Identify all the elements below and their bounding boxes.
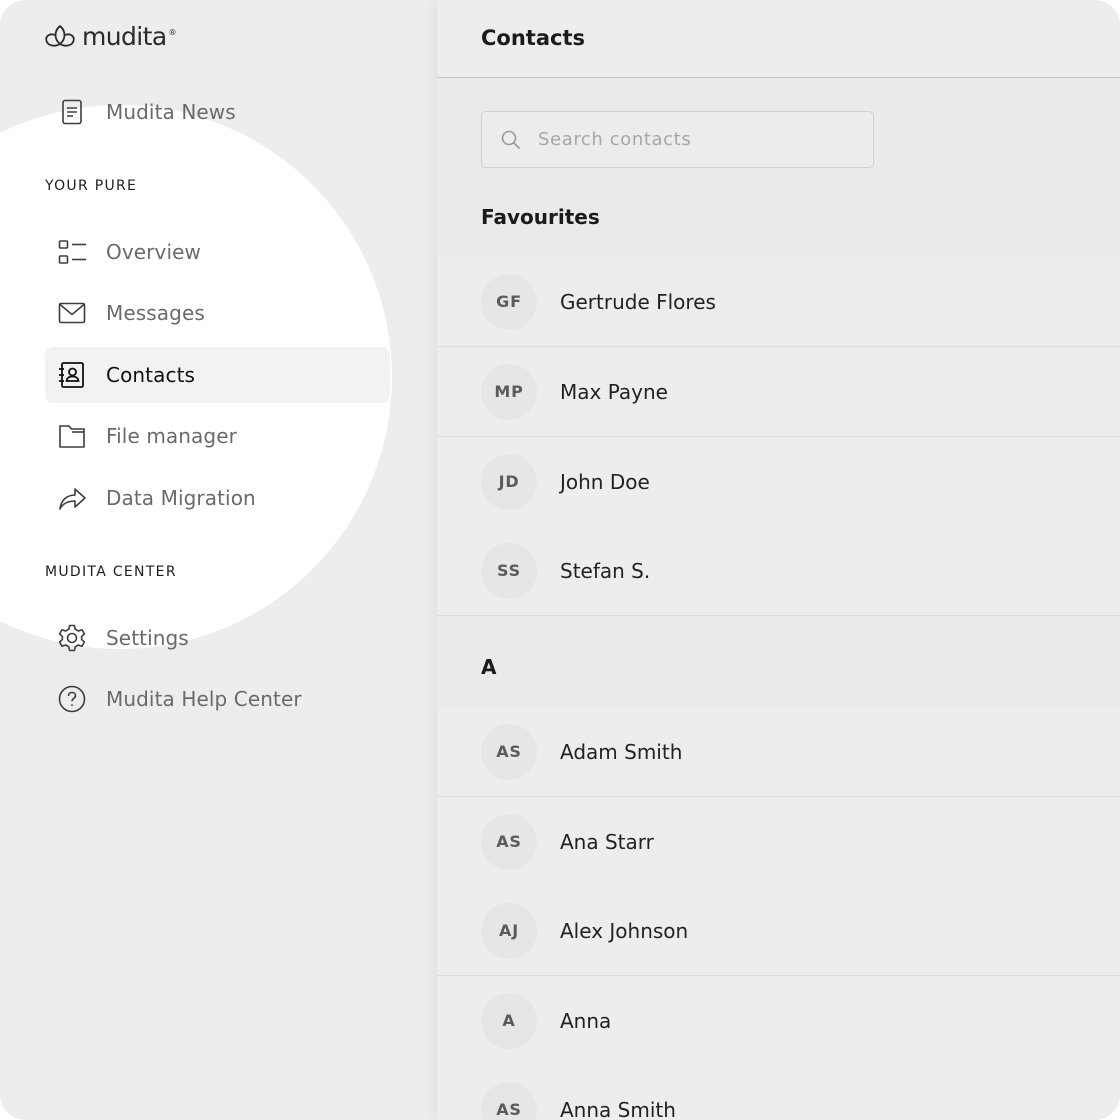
avatar: AJ xyxy=(481,902,537,959)
contact-row[interactable]: JD John Doe xyxy=(437,437,1120,527)
sidebar-item-mudita-news[interactable]: Mudita News xyxy=(45,84,390,140)
avatar: GF xyxy=(481,273,537,330)
overview-icon xyxy=(57,237,87,267)
sidebar-item-label: Data Migration xyxy=(106,486,256,510)
contact-row[interactable]: MP Max Payne xyxy=(437,347,1120,437)
avatar: AS xyxy=(481,1081,537,1120)
sidebar: mudita ® Mudita News YOUR PURE Overview … xyxy=(0,0,437,1120)
contact-name: Max Payne xyxy=(560,379,668,404)
contact-row[interactable]: AS Anna Smith xyxy=(437,1065,1120,1120)
search-input[interactable] xyxy=(538,129,858,150)
contact-name: Gertrude Flores xyxy=(560,289,716,314)
mudita-logo-icon xyxy=(45,25,75,47)
sidebar-item-label: File manager xyxy=(106,424,237,448)
avatar: SS xyxy=(481,542,537,599)
registered-mark: ® xyxy=(168,28,177,37)
avatar: AS xyxy=(481,813,537,870)
sidebar-item-label: Settings xyxy=(106,626,189,650)
sidebar-item-help-center[interactable]: Mudita Help Center xyxy=(45,671,390,727)
contact-name: Alex Johnson xyxy=(560,918,689,943)
contact-row[interactable]: AS Ana Starr xyxy=(437,797,1120,887)
contact-name: John Doe xyxy=(560,469,650,494)
search-icon xyxy=(500,129,522,151)
app-logo[interactable]: mudita ® xyxy=(44,22,177,52)
sidebar-item-file-manager[interactable]: File manager xyxy=(45,408,390,464)
contact-row[interactable]: AJ Alex Johnson xyxy=(437,886,1120,976)
help-icon xyxy=(57,684,87,714)
avatar: AS xyxy=(481,723,537,780)
app-window: mudita ® Mudita News YOUR PURE Overview … xyxy=(0,0,1120,1120)
contact-name: Anna xyxy=(560,1008,612,1033)
sidebar-item-label: Mudita News xyxy=(106,100,236,124)
avatar: A xyxy=(481,992,537,1049)
contact-row[interactable]: GF Gertrude Flores xyxy=(437,257,1120,347)
sidebar-item-label: Messages xyxy=(106,301,205,325)
sidebar-item-label: Overview xyxy=(106,240,201,264)
page-header: Contacts xyxy=(437,0,1120,78)
letter-group-heading: A xyxy=(481,655,497,679)
contact-name: Anna Smith xyxy=(560,1097,676,1120)
folder-icon xyxy=(57,421,87,451)
sidebar-item-label: Mudita Help Center xyxy=(106,687,302,711)
share-arrow-icon xyxy=(57,483,87,513)
avatar: MP xyxy=(481,363,537,420)
section-title-your-pure: YOUR PURE xyxy=(45,178,138,194)
main-panel: Contacts Favourites GF Gertrude Flores M… xyxy=(437,0,1120,1120)
gear-icon xyxy=(57,623,87,653)
favourites-heading: Favourites xyxy=(481,205,600,229)
sidebar-item-contacts[interactable]: Contacts xyxy=(45,347,390,403)
avatar: JD xyxy=(481,453,537,510)
section-title-mudita-center: MUDITA CENTER xyxy=(45,564,177,580)
sidebar-item-data-migration[interactable]: Data Migration xyxy=(45,470,390,526)
contact-name: Ana Starr xyxy=(560,829,654,854)
contact-row[interactable]: A Anna xyxy=(437,976,1120,1066)
page-title: Contacts xyxy=(481,26,585,50)
sidebar-item-messages[interactable]: Messages xyxy=(45,285,390,341)
contacts-book-icon xyxy=(57,360,87,390)
sidebar-item-settings[interactable]: Settings xyxy=(45,610,390,666)
contact-name: Stefan S. xyxy=(560,558,651,583)
sidebar-item-overview[interactable]: Overview xyxy=(45,224,390,280)
search-box[interactable] xyxy=(481,111,874,168)
logo-text: mudita xyxy=(82,22,167,51)
contact-row[interactable]: AS Adam Smith xyxy=(437,707,1120,797)
sidebar-item-label: Contacts xyxy=(106,363,196,387)
contact-row[interactable]: SS Stefan S. xyxy=(437,526,1120,616)
envelope-icon xyxy=(57,298,87,328)
news-icon xyxy=(57,97,87,127)
contact-name: Adam Smith xyxy=(560,739,683,764)
